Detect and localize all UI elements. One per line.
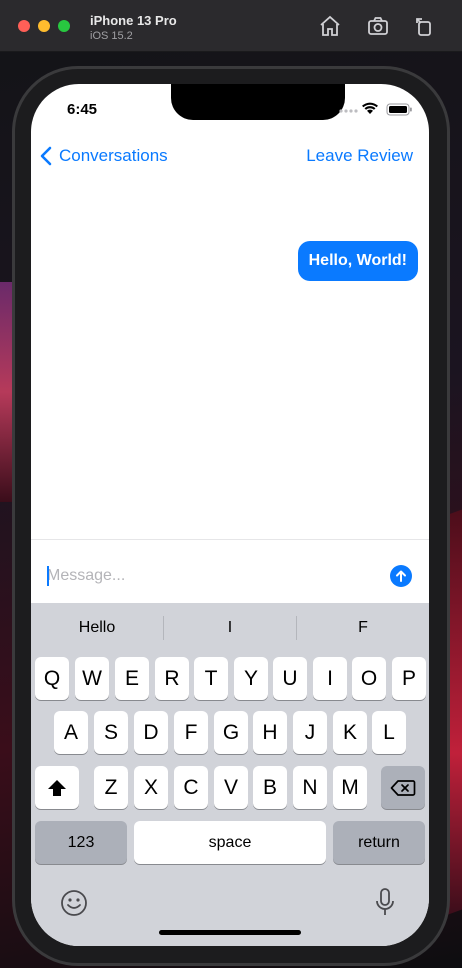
back-label: Conversations <box>59 146 168 165</box>
notch <box>171 84 345 120</box>
key-w[interactable]: W <box>75 657 109 700</box>
key-m[interactable]: M <box>333 766 367 809</box>
key-a[interactable]: A <box>54 711 88 754</box>
key-k[interactable]: K <box>333 711 367 754</box>
wifi-icon <box>362 102 378 114</box>
suggestion-bar: Hello I F <box>31 603 429 653</box>
key-v[interactable]: V <box>214 766 248 809</box>
status-time: 6:45 <box>67 101 98 118</box>
key-c[interactable]: C <box>174 766 208 809</box>
status-icons <box>339 102 412 116</box>
chevron-left-icon <box>40 146 52 166</box>
close-window-button[interactable] <box>18 20 30 32</box>
maximize-window-button[interactable] <box>58 20 70 32</box>
key-g[interactable]: G <box>214 711 248 754</box>
key-r[interactable]: R <box>155 657 189 700</box>
key-d[interactable]: D <box>134 711 168 754</box>
key-i[interactable]: I <box>313 657 347 700</box>
suggestion-item[interactable]: Hello <box>31 603 163 653</box>
key-y[interactable]: Y <box>234 657 268 700</box>
simulator-titlebar: iPhone 13 Pro iOS 15.2 <box>0 0 462 52</box>
key-l[interactable]: L <box>372 711 406 754</box>
key-u[interactable]: U <box>273 657 307 700</box>
send-button[interactable] <box>390 565 412 587</box>
key-s[interactable]: S <box>94 711 128 754</box>
key-x[interactable]: X <box>134 766 168 809</box>
device-name: iPhone 13 Pro <box>90 13 177 28</box>
text-caret <box>47 566 49 586</box>
phone-screen: 6:45 Conversations Leave Review Hello, W… <box>31 84 429 946</box>
key-b[interactable]: B <box>253 766 287 809</box>
battery-icon <box>386 103 412 116</box>
shift-arrow-icon <box>48 779 66 796</box>
delete-key[interactable] <box>381 766 425 809</box>
key-j[interactable]: J <box>293 711 327 754</box>
key-n[interactable]: N <box>293 766 327 809</box>
shift-key[interactable] <box>35 766 79 809</box>
key-q[interactable]: Q <box>35 657 69 700</box>
key-e[interactable]: E <box>115 657 149 700</box>
arrow-up-icon <box>396 570 406 582</box>
cellular-signal-icon <box>339 109 358 113</box>
key-p[interactable]: P <box>392 657 426 700</box>
back-button[interactable]: Conversations <box>39 144 168 168</box>
home-indicator[interactable] <box>159 930 301 935</box>
message-input[interactable] <box>47 562 377 590</box>
os-version: iOS 15.2 <box>90 30 133 42</box>
leave-review-button[interactable]: Leave Review <box>306 146 413 166</box>
key-f[interactable]: F <box>174 711 208 754</box>
minimize-window-button[interactable] <box>38 20 50 32</box>
key-t[interactable]: T <box>194 657 228 700</box>
emoji-icon[interactable] <box>60 889 88 917</box>
home-icon[interactable] <box>318 14 342 38</box>
backspace-icon <box>390 779 416 796</box>
suggestion-item[interactable]: F <box>297 603 429 653</box>
numbers-key[interactable]: 123 <box>35 821 127 864</box>
return-key[interactable]: return <box>333 821 425 864</box>
space-key[interactable]: space <box>134 821 326 864</box>
message-bubble: Hello, World! <box>297 241 418 281</box>
suggestion-item[interactable]: I <box>164 603 296 653</box>
keyboard: Hello I F Q W E R T Y U I O P A S D F G … <box>31 603 429 946</box>
microphone-icon[interactable] <box>375 887 395 919</box>
key-z[interactable]: Z <box>94 766 128 809</box>
divider <box>31 539 429 540</box>
rotate-icon[interactable] <box>412 14 436 38</box>
key-h[interactable]: H <box>253 711 287 754</box>
screenshot-icon[interactable] <box>366 14 390 38</box>
key-o[interactable]: O <box>352 657 386 700</box>
